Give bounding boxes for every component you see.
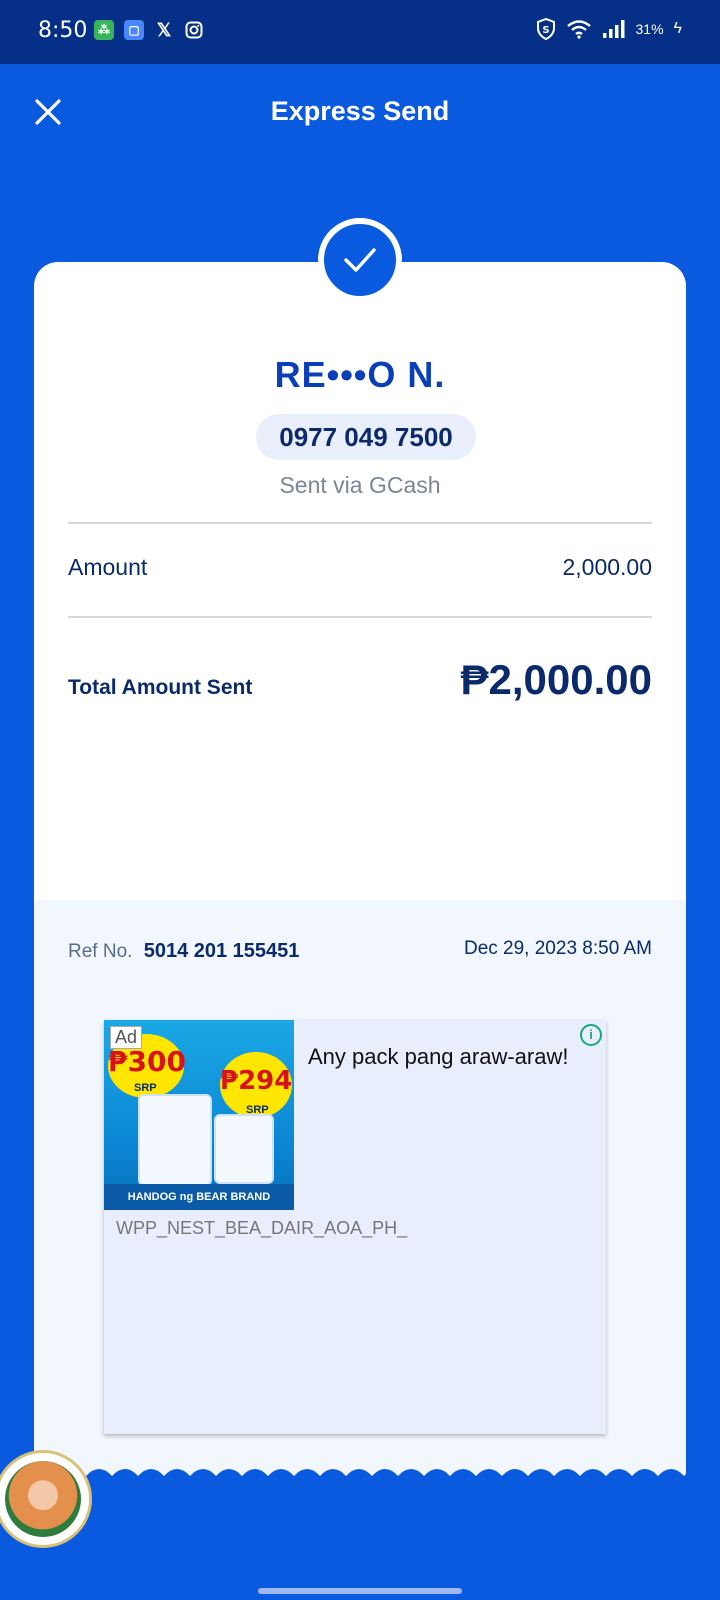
checkmark-icon bbox=[344, 248, 376, 272]
success-check-badge bbox=[318, 218, 402, 302]
ad-image[interactable]: ₱300 SRP ₱294 SRP HANDOG ng BEAR BRAND A… bbox=[104, 1020, 294, 1210]
receipt-torn-edge bbox=[34, 1469, 686, 1492]
signal-icon bbox=[602, 20, 624, 38]
status-bar: 8:50 ⁂ ▢ 𝕏 S 31% ϟ bbox=[0, 0, 720, 64]
total-amount-value: ₱2,000.00 bbox=[460, 656, 652, 703]
sent-via-label: Sent via GCash bbox=[279, 472, 441, 498]
system-status-icons: S 31% ϟ bbox=[536, 18, 682, 40]
charging-icon: ϟ bbox=[673, 20, 682, 37]
app-notification-icon: ⁂ bbox=[94, 20, 114, 40]
floating-avatar[interactable] bbox=[0, 1450, 92, 1548]
reference-label: Ref No. bbox=[68, 941, 133, 962]
receipt-footer: Ref No. 5014 201 155451 Dec 29, 2023 8:5… bbox=[34, 900, 686, 1492]
avatar-photo bbox=[5, 1461, 81, 1537]
ad-srp-label: SRP bbox=[134, 1082, 157, 1094]
ad-banner[interactable]: ₱300 SRP ₱294 SRP HANDOG ng BEAR BRAND A… bbox=[104, 1020, 606, 1434]
page-title: Express Send bbox=[270, 96, 450, 126]
x-app-icon: 𝕏 bbox=[156, 19, 172, 40]
reference-value: 5014 201 155451 bbox=[143, 940, 300, 962]
transaction-datetime: Dec 29, 2023 8:50 AM bbox=[463, 938, 652, 959]
total-amount-label: Total Amount Sent bbox=[68, 676, 253, 699]
amount-value: 2,000.00 bbox=[562, 554, 652, 580]
vpn-shield-icon: S bbox=[536, 18, 555, 40]
battery-percent: 31% bbox=[635, 21, 664, 37]
amount-label: Amount bbox=[68, 554, 148, 580]
recipient-name: RE•••O N. bbox=[274, 354, 446, 395]
instagram-icon bbox=[184, 20, 204, 40]
ad-info-icon[interactable]: i bbox=[580, 1024, 602, 1046]
wifi-icon bbox=[566, 20, 591, 39]
status-time: 8:50 bbox=[38, 18, 88, 43]
ad-caption: WPP_NEST_BEA_DAIR_AOA_PH_ bbox=[116, 1218, 408, 1238]
receipt-card: RE•••O N. 0977 049 7500 Sent via GCash A… bbox=[34, 262, 686, 1492]
ad-badge: Ad bbox=[110, 1026, 143, 1049]
home-indicator[interactable] bbox=[258, 1588, 462, 1594]
svg-text:S: S bbox=[542, 25, 549, 36]
product-pack bbox=[214, 1114, 274, 1184]
recipient-phone: 0977 049 7500 bbox=[256, 414, 476, 460]
ad-headline[interactable]: Any pack pang araw-araw! bbox=[308, 1044, 568, 1070]
app-bar: Express Send bbox=[0, 64, 720, 160]
product-pack bbox=[138, 1094, 212, 1186]
divider bbox=[68, 616, 652, 618]
messages-notification-icon: ▢ bbox=[124, 20, 144, 40]
reference-number: Ref No. 5014 201 155451 bbox=[68, 940, 299, 963]
notification-icons: ⁂ ▢ 𝕏 bbox=[94, 20, 204, 40]
divider bbox=[68, 522, 652, 524]
ad-brand-strip: HANDOG ng BEAR BRAND bbox=[104, 1184, 294, 1210]
